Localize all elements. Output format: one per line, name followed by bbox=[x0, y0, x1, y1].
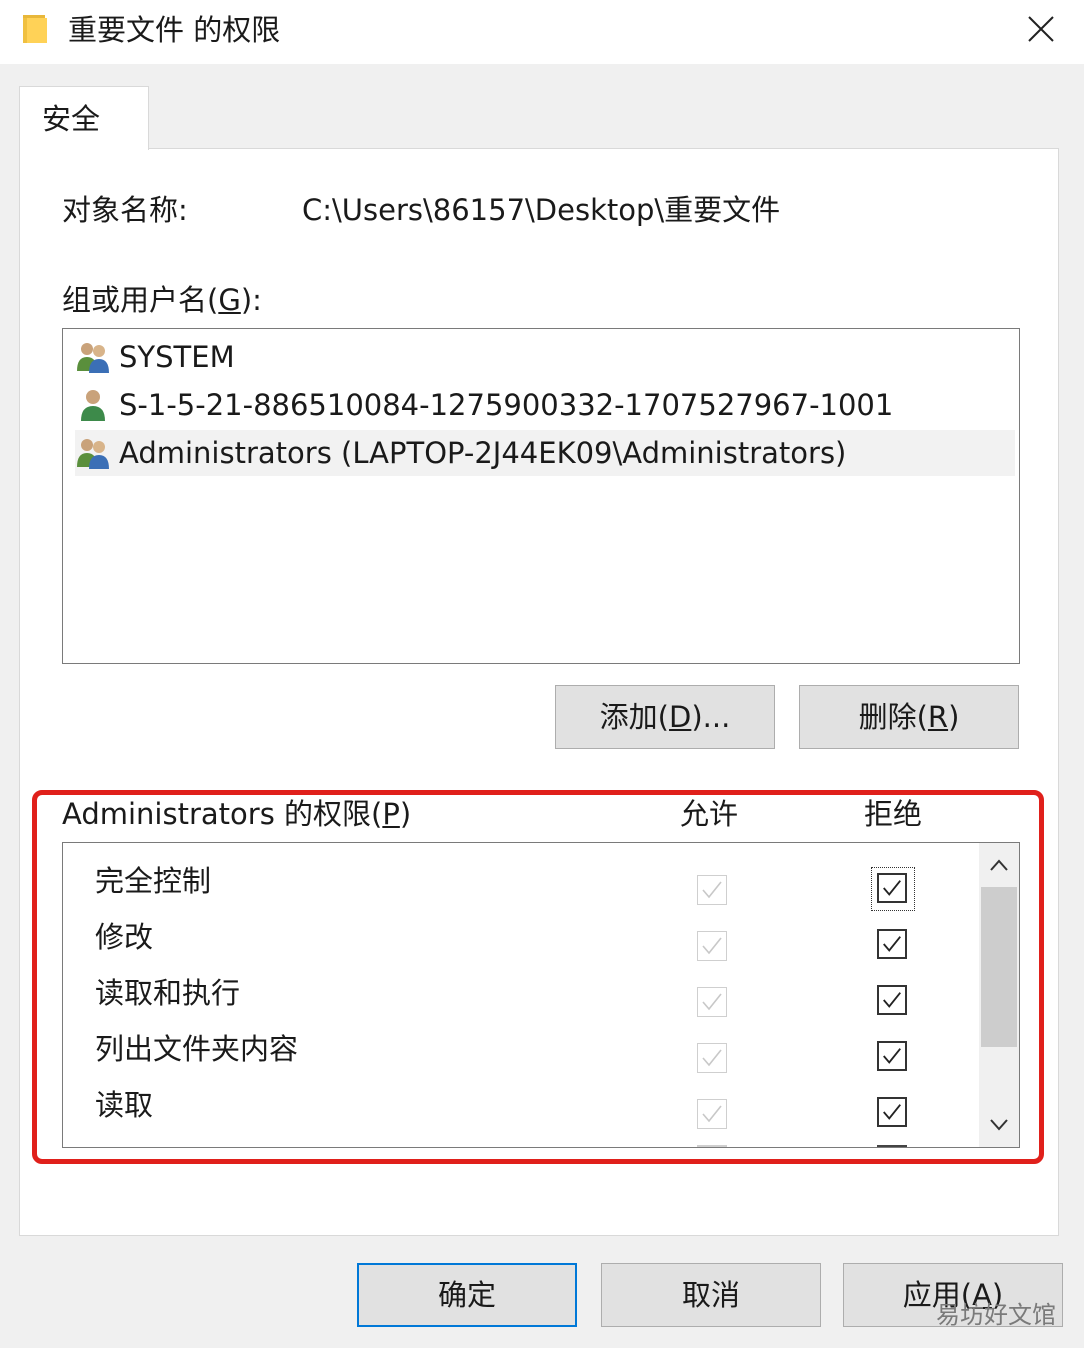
tab-security-label: 安全 bbox=[42, 102, 101, 136]
deny-checkbox[interactable] bbox=[877, 929, 907, 959]
group-users-icon bbox=[77, 439, 109, 469]
check-icon bbox=[883, 936, 901, 952]
allow-column-header: 允许 bbox=[680, 797, 739, 831]
cancel-button[interactable]: 取消 bbox=[601, 1263, 821, 1327]
chevron-down-icon bbox=[990, 1119, 1008, 1131]
permissions-list[interactable]: 完全控制 修改 读取和执行 列出文件夹内容 读取 bbox=[62, 842, 1020, 1148]
user-name: S-1-5-21-886510084-1275900332-1707527967… bbox=[119, 388, 894, 422]
check-icon bbox=[883, 1048, 901, 1064]
check-icon bbox=[702, 937, 722, 955]
check-icon bbox=[883, 880, 901, 896]
check-icon bbox=[702, 993, 722, 1011]
check-icon bbox=[883, 992, 901, 1008]
user-row-system[interactable]: SYSTEM bbox=[75, 334, 1015, 380]
user-row-administrators[interactable]: Administrators (LAPTOP-2J44EK09\Administ… bbox=[75, 430, 1015, 476]
permissions-scrollbar[interactable] bbox=[979, 843, 1019, 1147]
object-name-value: C:\Users\86157\Desktop\重要文件 bbox=[302, 193, 781, 227]
scroll-down-button[interactable] bbox=[979, 1105, 1019, 1145]
check-icon bbox=[702, 881, 722, 899]
scroll-up-button[interactable] bbox=[979, 845, 1019, 885]
allow-checkbox bbox=[697, 1099, 727, 1129]
permission-name: 读取 bbox=[95, 1088, 154, 1122]
users-label: 组或用户名(G): bbox=[62, 283, 262, 317]
allow-checkbox bbox=[697, 987, 727, 1017]
check-icon bbox=[883, 1104, 901, 1120]
check-icon bbox=[702, 1049, 722, 1067]
allow-checkbox bbox=[697, 931, 727, 961]
permission-name: 读取和执行 bbox=[95, 976, 241, 1010]
deny-checkbox[interactable] bbox=[877, 1097, 907, 1127]
deny-column-header: 拒绝 bbox=[864, 797, 923, 831]
permission-name: 修改 bbox=[95, 920, 154, 954]
group-users-icon bbox=[77, 343, 109, 373]
deny-checkbox[interactable] bbox=[877, 985, 907, 1015]
users-list[interactable]: SYSTEM S-1-5-21-886510084-1275900332-170… bbox=[62, 328, 1020, 664]
ok-button[interactable]: 确定 bbox=[357, 1263, 577, 1327]
window-title: 重要文件 的权限 bbox=[68, 13, 281, 47]
permission-name: 完全控制 bbox=[95, 864, 212, 898]
folder-icon bbox=[23, 15, 47, 43]
permission-row: 读取和执行 bbox=[63, 965, 979, 1021]
user-row-sid[interactable]: S-1-5-21-886510084-1275900332-1707527967… bbox=[75, 382, 1015, 428]
deny-checkbox[interactable] bbox=[877, 873, 907, 903]
allow-checkbox bbox=[697, 875, 727, 905]
allow-checkbox bbox=[697, 1043, 727, 1073]
remove-button[interactable]: 删除(R) bbox=[799, 685, 1019, 749]
deny-checkbox[interactable] bbox=[877, 1041, 907, 1071]
scroll-thumb[interactable] bbox=[981, 887, 1017, 1047]
next-row-edge bbox=[877, 1145, 907, 1147]
permission-row: 读取 bbox=[63, 1077, 979, 1133]
next-row-edge bbox=[697, 1145, 727, 1147]
permission-row: 修改 bbox=[63, 909, 979, 965]
permission-row: 完全控制 bbox=[63, 853, 979, 911]
tab-security[interactable]: 安全 bbox=[19, 86, 149, 150]
permission-row: 列出文件夹内容 bbox=[63, 1021, 979, 1077]
single-user-icon bbox=[81, 390, 105, 421]
title-bar: 重要文件 的权限 bbox=[0, 0, 1084, 64]
chevron-up-icon bbox=[990, 859, 1008, 871]
user-name: Administrators (LAPTOP-2J44EK09\Administ… bbox=[119, 436, 847, 470]
add-button[interactable]: 添加(D)... bbox=[555, 685, 775, 749]
permissions-label: Administrators 的权限(P) bbox=[62, 797, 412, 831]
user-name: SYSTEM bbox=[119, 340, 235, 374]
check-icon bbox=[702, 1105, 722, 1123]
close-icon bbox=[1028, 16, 1054, 42]
permission-name: 列出文件夹内容 bbox=[95, 1032, 299, 1066]
object-name-label: 对象名称: bbox=[62, 193, 188, 227]
watermark: 易坊好文馆 bbox=[936, 1301, 1056, 1329]
close-button[interactable] bbox=[1016, 6, 1066, 52]
